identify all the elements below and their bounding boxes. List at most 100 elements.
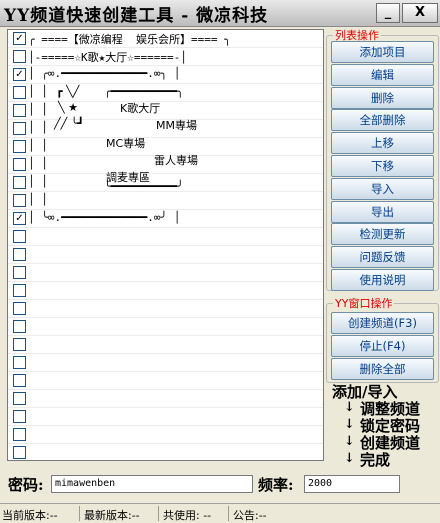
list-row[interactable]: [8, 408, 323, 426]
list-ops-button-0[interactable]: 添加项目: [331, 41, 434, 63]
row-text: │ │: [28, 157, 48, 170]
list-ops-button-1[interactable]: 编辑: [331, 63, 434, 86]
row-checkbox[interactable]: [13, 158, 26, 171]
list-ops-button-2[interactable]: 删除: [331, 86, 434, 109]
close-button[interactable]: X: [402, 3, 438, 23]
status-notice: 公告:--: [233, 509, 267, 522]
yy-ops-group: YY窗口操作 创建频道(F3) 停止(F4) 删除全部: [326, 295, 439, 383]
status-current-version: 当前版本:--: [2, 509, 58, 522]
list-ops-button-3[interactable]: 全部删除: [331, 109, 434, 132]
row-text: │ │: [28, 193, 48, 206]
art-line-leiren-field: 雷人専場: [154, 154, 198, 167]
row-checkbox[interactable]: [13, 50, 26, 63]
status-latest-version: 最新版本:--: [84, 509, 140, 522]
list-row[interactable]: [8, 390, 323, 408]
status-usage: 共使用: --: [163, 509, 212, 522]
password-label: 密码:: [8, 476, 44, 494]
list-row[interactable]: [8, 282, 323, 300]
password-input[interactable]: mimawenben: [51, 475, 253, 493]
list-row[interactable]: │-=====☆K歌★大厅☆======-│: [8, 48, 323, 66]
row-checkbox[interactable]: [13, 194, 26, 207]
workflow-step: 锁定密码: [360, 417, 421, 435]
window-title: YY频道快速创建工具 - 微凉科技: [4, 6, 269, 26]
list-ops-button-5[interactable]: 下移: [331, 155, 434, 177]
list-row[interactable]: [8, 228, 323, 246]
row-checkbox[interactable]: [13, 374, 26, 387]
row-checkbox[interactable]: [13, 122, 26, 135]
list-row[interactable]: │ │: [8, 192, 323, 210]
rate-input[interactable]: 2000: [304, 475, 400, 493]
list-ops-button-8[interactable]: 检测更新: [331, 223, 434, 246]
row-checkbox[interactable]: [13, 284, 26, 297]
row-text: ╭ ====【微凉编程 娱乐会所】==== ╮: [28, 33, 231, 46]
row-checkbox[interactable]: [13, 302, 26, 315]
channel-list[interactable]: ✓ │ ╰∞.━━━━━━━━━━━━━.∞╯ │ │ │ │ │ │ │ │ │ │ │ │…: [7, 29, 324, 461]
list-row[interactable]: [8, 426, 323, 444]
row-checkbox[interactable]: [13, 320, 26, 333]
row-checkbox[interactable]: [13, 248, 26, 261]
list-ops-button-6[interactable]: 导入: [331, 177, 434, 200]
yy-ops-button-2[interactable]: 删除全部: [331, 358, 434, 380]
workflow-step: 添加/导入: [332, 383, 398, 401]
list-ops-button-10[interactable]: 使用说明: [331, 269, 434, 291]
row-text: │ │: [28, 103, 48, 116]
art-box-top: ╭━━━━━━━━━━╮: [104, 85, 184, 98]
list-row[interactable]: [8, 372, 323, 390]
row-checkbox[interactable]: [13, 266, 26, 279]
art-line-ksong-hall: K歌大厅: [120, 102, 161, 115]
list-row[interactable]: [8, 300, 323, 318]
row-checkbox[interactable]: [13, 140, 26, 153]
art-line-tiaomai-area: 調麦専區: [106, 171, 150, 184]
list-row[interactable]: [8, 336, 323, 354]
list-row[interactable]: [8, 318, 323, 336]
row-checkbox[interactable]: [13, 338, 26, 351]
arrow-down-icon: ↓: [344, 434, 355, 449]
art-line-mc-field: MC専場: [106, 137, 146, 150]
yy-ops-button-1[interactable]: 停止(F4): [331, 335, 434, 357]
list-row[interactable]: [8, 354, 323, 372]
row-text: │ │: [28, 85, 48, 98]
arrow-down-icon: ↓: [344, 417, 355, 432]
row-checkbox[interactable]: [13, 410, 26, 423]
list-ops-button-7[interactable]: 导出: [331, 200, 434, 223]
status-separator: [228, 506, 229, 521]
row-checkbox[interactable]: [13, 230, 26, 243]
row-checkbox[interactable]: [13, 392, 26, 405]
status-separator: [79, 506, 80, 521]
row-checkbox[interactable]: [13, 356, 26, 369]
list-ops-button-9[interactable]: 问题反馈: [331, 246, 434, 269]
minimize-button[interactable]: _: [376, 3, 400, 23]
row-text: │ ╰∞.━━━━━━━━━━━━━.∞╯ │: [28, 211, 181, 224]
row-checkbox[interactable]: ✓: [13, 212, 26, 225]
row-checkbox[interactable]: ✓: [13, 68, 26, 81]
list-ops-button-4[interactable]: 上移: [331, 132, 434, 155]
yy-ops-button-0[interactable]: 创建频道(F3): [331, 312, 434, 334]
list-row[interactable]: [8, 444, 323, 460]
list-row[interactable]: [8, 246, 323, 264]
rate-label: 频率:: [258, 476, 294, 494]
row-text: │ │: [28, 139, 48, 152]
status-separator: [158, 506, 159, 521]
status-bar: 当前版本:-- 最新版本:-- 共使用: -- 公告:--: [0, 503, 440, 523]
workflow-step: 调整频道: [360, 400, 421, 418]
star-art-mid: ╲ ★: [58, 101, 78, 114]
row-text: │ │: [28, 121, 48, 134]
row-checkbox[interactable]: [13, 446, 26, 459]
row-text: │-=====☆K歌★大厅☆======-│: [28, 51, 187, 64]
arrow-down-icon: ↓: [344, 451, 355, 466]
art-line-mm-field: MM専場: [156, 119, 197, 132]
workflow-step: 创建频道: [360, 434, 421, 452]
arrow-down-icon: ↓: [344, 400, 355, 415]
row-checkbox[interactable]: [13, 176, 26, 189]
row-checkbox[interactable]: [13, 86, 26, 99]
list-row[interactable]: ✓ │ ╭∞.━━━━━━━━━━━━━.∞╮ │: [8, 66, 323, 84]
list-row[interactable]: ✓ │ ╰∞.━━━━━━━━━━━━━.∞╯ │: [8, 210, 323, 228]
title-bar: YY频道快速创建工具 - 微凉科技 _ X: [0, 0, 440, 27]
row-checkbox[interactable]: ✓: [13, 32, 26, 45]
star-art-top: ┏ ╲╱: [56, 85, 80, 98]
row-checkbox[interactable]: [13, 428, 26, 441]
row-checkbox[interactable]: [13, 104, 26, 117]
list-row[interactable]: [8, 264, 323, 282]
list-ops-group: 列表操作 添加项目 编辑 删除 全部删除 上移 下移 导入 导出 检测更新 问题反馈 使用说明: [326, 27, 439, 291]
list-row[interactable]: ✓ ╭ ====【微凉编程 娱乐会所】==== ╮: [8, 30, 323, 48]
